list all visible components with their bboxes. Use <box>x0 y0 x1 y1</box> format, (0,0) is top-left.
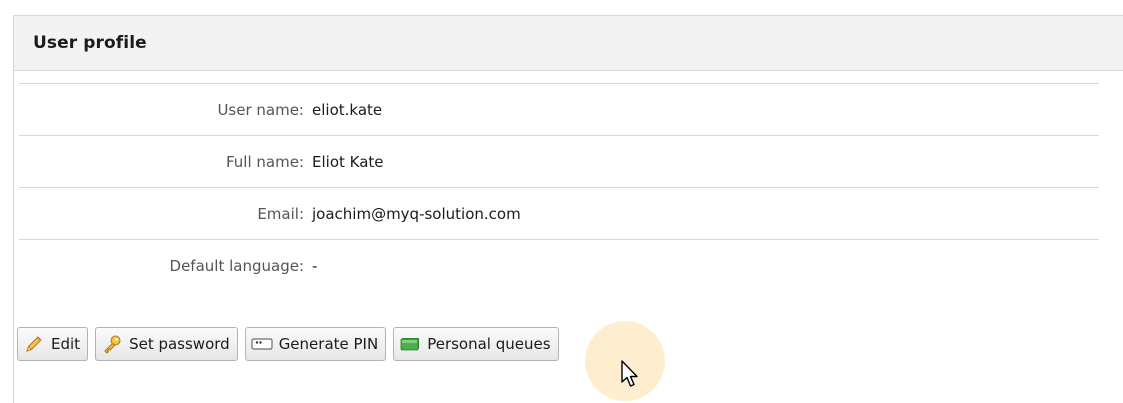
field-row-email: Email: joachim@myq-solution.com <box>19 187 1099 239</box>
field-value: joachim@myq-solution.com <box>312 204 521 223</box>
field-label: Email: <box>257 204 304 223</box>
field-label: Full name: <box>225 152 304 171</box>
field-value: eliot.kate <box>312 100 383 119</box>
field-value: - <box>312 256 318 275</box>
personal-queues-button[interactable]: Personal queues <box>393 327 559 361</box>
generate-pin-button-label: Generate PIN <box>278 335 379 353</box>
field-row-default-language: Default language: - <box>19 239 1099 291</box>
pencil-icon <box>23 333 45 355</box>
field-label: Default language: <box>169 256 304 275</box>
generate-pin-button[interactable]: Generate PIN <box>244 327 387 361</box>
set-password-button-label: Set password <box>129 335 230 353</box>
edit-button[interactable]: Edit <box>17 327 89 361</box>
field-row-user-name: User name: eliot.kate <box>19 83 1099 135</box>
queue-stack-icon <box>399 333 421 355</box>
pin-keypad-icon <box>251 333 273 355</box>
personal-queues-button-label: Personal queues <box>427 335 551 353</box>
field-label: User name: <box>217 100 304 119</box>
key-icon <box>101 333 123 355</box>
panel-title: User profile <box>33 33 147 53</box>
edit-button-label: Edit <box>51 335 81 353</box>
set-password-button[interactable]: Set password <box>95 327 238 361</box>
field-value: Eliot Kate <box>312 152 384 171</box>
field-row-full-name: Full name: Eliot Kate <box>19 135 1099 187</box>
profile-fields: User name: eliot.kate Full name: Eliot K… <box>19 83 1099 291</box>
profile-toolbar: Edit Set password Generate PIN Personal … <box>17 327 559 361</box>
panel-header: User profile <box>14 16 1123 71</box>
